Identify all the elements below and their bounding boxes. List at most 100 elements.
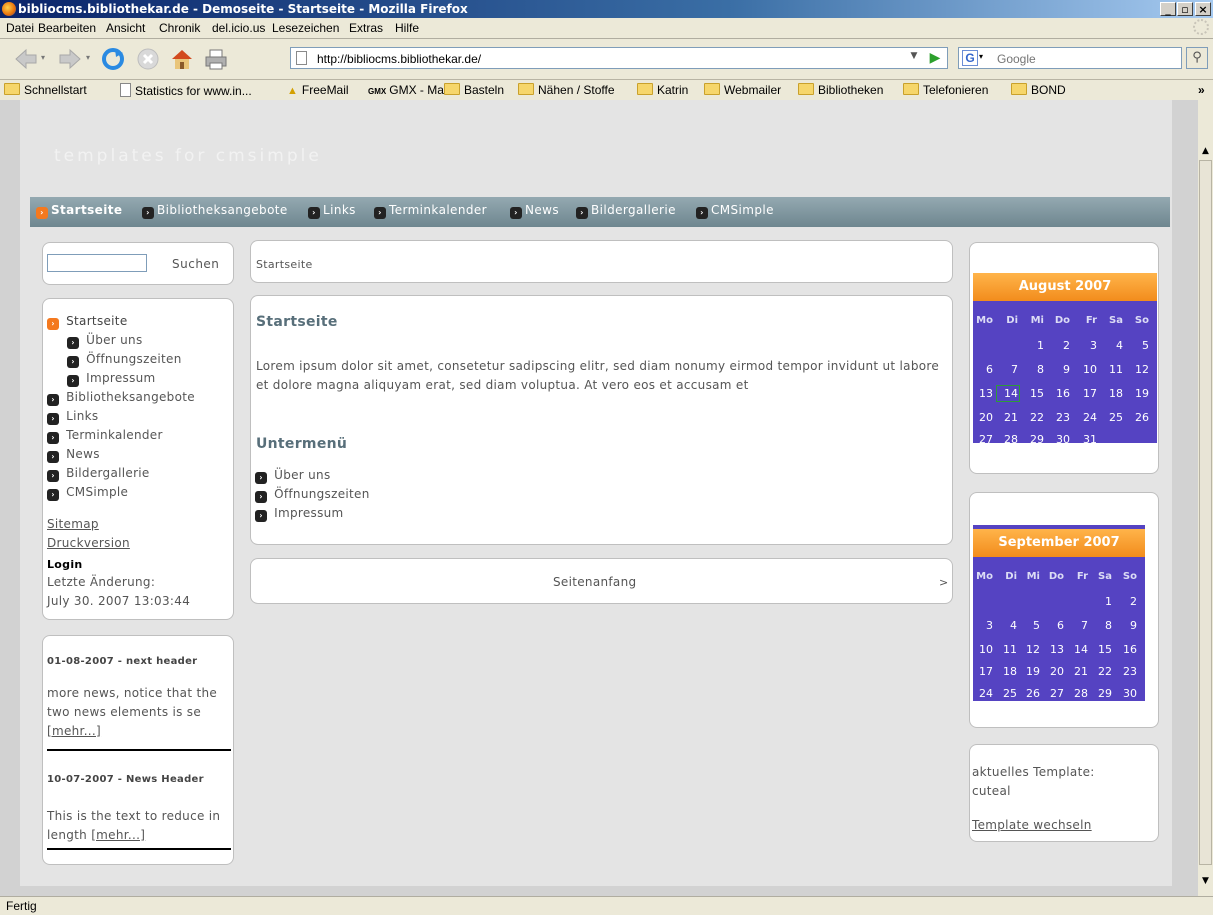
news-more-link[interactable]: [mehr...] — [91, 828, 145, 842]
firefox-icon — [2, 2, 16, 16]
login-link[interactable]: Login — [47, 558, 83, 571]
home-icon[interactable] — [170, 47, 194, 71]
nav-arrow-icon: › — [374, 207, 386, 219]
news-header: 10-07-2007 - News Header — [47, 774, 204, 785]
close-button[interactable]: × — [1195, 2, 1211, 16]
freemail-icon: ▲ — [287, 85, 298, 97]
page-icon — [120, 83, 131, 97]
url-input[interactable] — [315, 50, 909, 68]
submenu-ueber-uns[interactable]: › Über uns — [255, 468, 331, 484]
scroll-up-icon[interactable]: ▲ — [1198, 144, 1213, 159]
bookmark-bibliotheken[interactable]: Bibliotheken — [798, 83, 883, 97]
nav-arrow-icon: › — [142, 207, 154, 219]
calendar-month-title: August 2007 — [973, 273, 1157, 301]
menu-ansicht[interactable]: Ansicht — [106, 21, 145, 35]
side-menu-cmsimple[interactable]: › CMSimple — [47, 485, 128, 501]
side-menu-startseite[interactable]: › Startseite — [47, 314, 128, 330]
menu-arrow-icon: › — [47, 394, 59, 406]
druckversion-link[interactable]: Druckversion — [47, 536, 130, 550]
calendar-box-september: September 2007 Mo Di Mi Do Fr Sa So 12 3456789… — [969, 492, 1159, 728]
nav-bibliotheksangebote[interactable]: › Bibliotheksangebote — [142, 203, 288, 219]
bookmark-gmx[interactable]: GMX GMX - Mail — [368, 83, 449, 97]
submenu-oeffnungszeiten[interactable]: › Öffnungszeiten — [255, 487, 370, 503]
nav-cmsimple[interactable]: › CMSimple — [696, 203, 774, 219]
side-menu-news[interactable]: › News — [47, 447, 100, 463]
side-menu-box: › Startseite › Über uns › Öffnungszeiten… — [42, 298, 234, 620]
bookmark-naehen[interactable]: Nähen / Stoffe — [518, 83, 615, 97]
menu-lesezeichen[interactable]: Lesezeichen — [272, 21, 339, 35]
top-link-box: Seitenanfang > — [250, 558, 953, 604]
top-arrow-icon[interactable]: > — [939, 576, 949, 589]
side-menu-bildergallerie[interactable]: › Bildergallerie — [47, 466, 150, 482]
google-icon[interactable]: G — [962, 50, 978, 66]
folder-icon — [637, 83, 653, 95]
status-text: Fertig — [6, 899, 37, 913]
nav-arrow-icon: › — [36, 207, 48, 219]
window-title: bibliocms.bibliothekar.de - Demoseite - … — [18, 2, 468, 16]
bookmark-freemail[interactable]: ▲ FreeMail — [287, 83, 349, 97]
content-box: Startseite Lorem ipsum dolor sit amet, c… — [250, 295, 953, 545]
bookmark-katrin[interactable]: Katrin — [637, 83, 688, 97]
bookmark-telefonieren[interactable]: Telefonieren — [903, 83, 988, 97]
news-text: more news, notice that the two news elem… — [47, 686, 218, 738]
maximize-button[interactable]: ▫ — [1177, 2, 1193, 16]
nav-arrow-icon: › — [576, 207, 588, 219]
submenu-title: Untermenü — [256, 436, 348, 452]
calendar-august: August 2007 Mo Di Mi Do Fr Sa So 12345 6 7 8 9 10 1… — [973, 273, 1157, 446]
folder-icon — [798, 83, 814, 95]
stop-icon[interactable] — [136, 47, 160, 71]
forward-dropdown-icon[interactable]: ▾ — [86, 53, 90, 62]
menu-delicious[interactable]: del.icio.us — [212, 21, 265, 35]
scroll-thumb[interactable] — [1199, 160, 1212, 865]
side-menu-bibliotheksangebote[interactable]: › Bibliotheksangebote — [47, 390, 195, 406]
seitenanfang-link[interactable]: Seitenanfang — [553, 575, 636, 589]
menu-bearbeiten[interactable]: Bearbeiten — [38, 21, 96, 35]
bookmark-bond[interactable]: BOND — [1011, 83, 1066, 97]
nav-news[interactable]: › News — [510, 203, 559, 219]
breadcrumb[interactable]: Startseite — [256, 258, 313, 271]
menu-arrow-icon: › — [255, 472, 267, 484]
url-dropdown-icon[interactable]: ▼ — [907, 51, 921, 65]
bookmarks-overflow-icon[interactable]: » — [1198, 83, 1205, 97]
back-arrow-icon[interactable] — [14, 47, 38, 71]
side-menu-links[interactable]: › Links — [47, 409, 98, 425]
nav-bildergallerie[interactable]: › Bildergallerie — [576, 203, 676, 219]
news-more-link[interactable]: [mehr...] — [47, 724, 101, 738]
vertical-scrollbar[interactable]: ▲ ▼ — [1198, 100, 1213, 896]
side-menu-oeffnungszeiten[interactable]: › Öffnungszeiten — [67, 352, 182, 368]
menu-chronik[interactable]: Chronik — [159, 21, 200, 35]
back-dropdown-icon[interactable]: ▾ — [41, 53, 45, 62]
forward-arrow-icon[interactable] — [58, 47, 82, 71]
search-submit-button[interactable]: Suchen — [172, 257, 219, 271]
search-engine-dropdown-icon[interactable]: ▾ — [979, 52, 983, 61]
search-magnifier-icon[interactable]: ⚲ — [1186, 47, 1208, 69]
side-menu-terminkalender[interactable]: › Terminkalender — [47, 428, 163, 444]
side-menu-ueber-uns[interactable]: › Über uns — [67, 333, 143, 349]
bookmark-statistics[interactable]: Statistics for www.in... — [120, 83, 252, 98]
bookmark-schnellstart[interactable]: Schnellstart — [4, 83, 87, 97]
print-icon[interactable] — [204, 47, 228, 71]
template-label: aktuelles Template: — [972, 765, 1095, 779]
bookmark-webmailer[interactable]: Webmailer — [704, 83, 781, 97]
side-menu-impressum[interactable]: › Impressum — [67, 371, 156, 387]
template-box: aktuelles Template: cuteal Template wech… — [969, 744, 1159, 842]
menu-extras[interactable]: Extras — [349, 21, 383, 35]
menu-datei[interactable]: Datei — [6, 21, 34, 35]
site-search-input[interactable] — [47, 254, 147, 272]
gmx-icon: GMX — [368, 87, 387, 96]
go-arrow-icon[interactable]: ▶ — [927, 50, 943, 66]
reload-icon[interactable] — [101, 47, 125, 71]
search-input[interactable] — [995, 50, 1179, 68]
nav-terminkalender[interactable]: › Terminkalender — [374, 203, 487, 219]
sitemap-link[interactable]: Sitemap — [47, 517, 99, 531]
scroll-down-icon[interactable]: ▼ — [1198, 874, 1213, 889]
template-switch-link[interactable]: Template wechseln — [972, 818, 1092, 832]
news-divider — [47, 848, 231, 850]
minimize-button[interactable]: _ — [1160, 2, 1176, 16]
nav-startseite[interactable]: › Startseite — [36, 203, 122, 219]
nav-links[interactable]: › Links — [308, 203, 356, 219]
submenu-impressum[interactable]: › Impressum — [255, 506, 344, 522]
menu-arrow-icon: › — [47, 470, 59, 482]
menu-hilfe[interactable]: Hilfe — [395, 21, 419, 35]
bookmark-basteln[interactable]: Basteln — [444, 83, 504, 97]
